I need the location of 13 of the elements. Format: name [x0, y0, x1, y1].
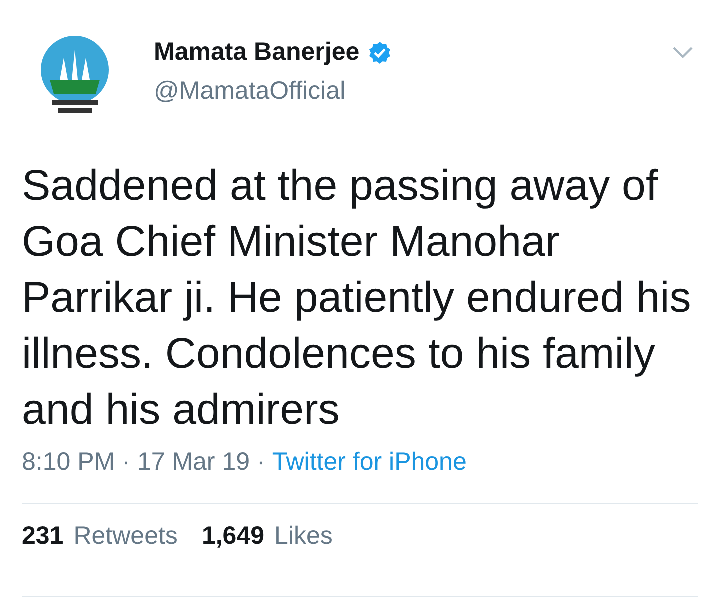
stat-count: 231	[22, 522, 64, 551]
source-link[interactable]: Twitter for iPhone	[272, 448, 467, 477]
stat-count: 1,649	[202, 522, 264, 551]
tweet-date: 17 Mar 19	[137, 448, 250, 477]
stat-label[interactable]: Likes	[274, 522, 333, 551]
chevron-down-icon[interactable]	[672, 46, 694, 60]
tweet-time: 8:10 PM	[22, 448, 116, 477]
author-handle[interactable]: @MamataOfficial	[154, 77, 638, 106]
separator: ·	[122, 448, 130, 477]
tweet-text: Saddened at the passing away of Goa Chief Minister Manohar Parrikar ji. He patiently endured his illness. Condolences to his family and his admirers	[22, 161, 692, 436]
author-name[interactable]: Mamata Banerjee	[154, 38, 360, 67]
stat-label[interactable]: Retweets	[74, 522, 178, 551]
separator: ·	[257, 448, 266, 477]
